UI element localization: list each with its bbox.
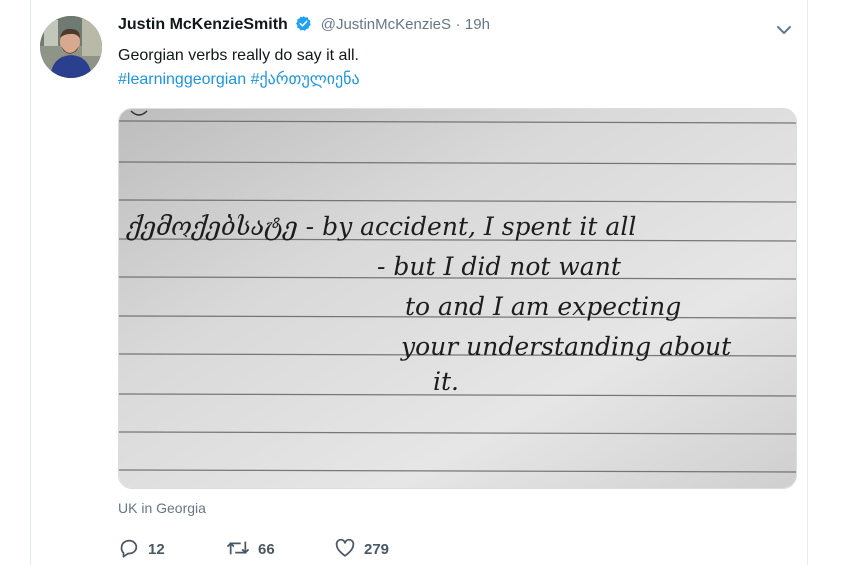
retweet-count: 66 bbox=[258, 541, 275, 558]
tweet-text: Georgian verbs really do say it all. bbox=[118, 47, 359, 64]
like-count: 279 bbox=[364, 541, 390, 558]
reply-button[interactable]: 12 bbox=[118, 537, 165, 559]
chevron-down-icon[interactable] bbox=[774, 20, 794, 40]
author-handle[interactable]: @JustinMcKenzieS bbox=[321, 16, 451, 33]
handwriting-line: it. bbox=[433, 367, 459, 396]
handwriting-line: - but I did not want bbox=[377, 252, 622, 281]
tweet-hashtags: #learninggeorgian #ქართულიენა bbox=[118, 69, 360, 89]
retweet-button[interactable]: 66 bbox=[226, 537, 275, 559]
handwriting-line: your understanding about bbox=[400, 332, 732, 361]
author-name[interactable]: Justin McKenzieSmith bbox=[118, 16, 288, 33]
header-separator: · bbox=[455, 16, 461, 33]
reply-icon bbox=[120, 539, 138, 558]
hashtag-link[interactable]: #learninggeorgian bbox=[118, 71, 246, 88]
like-button[interactable]: 279 bbox=[334, 537, 389, 559]
verified-badge-icon bbox=[295, 15, 312, 37]
avatar[interactable] bbox=[40, 16, 102, 78]
tweet-photo[interactable]: ქემოქებსატე - by accident, I spent it al… bbox=[118, 108, 797, 489]
like-icon bbox=[335, 538, 355, 557]
handwriting-line: to and I am expecting bbox=[405, 292, 681, 321]
retweet-icon bbox=[226, 541, 250, 555]
tweet-timestamp[interactable]: 19h bbox=[465, 16, 490, 33]
tweet-location[interactable]: UK in Georgia bbox=[118, 500, 206, 516]
reply-count: 12 bbox=[148, 541, 165, 558]
hashtag-link[interactable]: #ქართულიენა bbox=[251, 71, 360, 88]
handwriting-line: ქემოქებსატე - by accident, I spent it al… bbox=[126, 212, 636, 241]
tweet-header: Justin McKenzieSmith @JustinMcKenzieS · … bbox=[118, 15, 490, 37]
tweet[interactable]: Justin McKenzieSmith @JustinMcKenzieS · … bbox=[0, 0, 850, 565]
